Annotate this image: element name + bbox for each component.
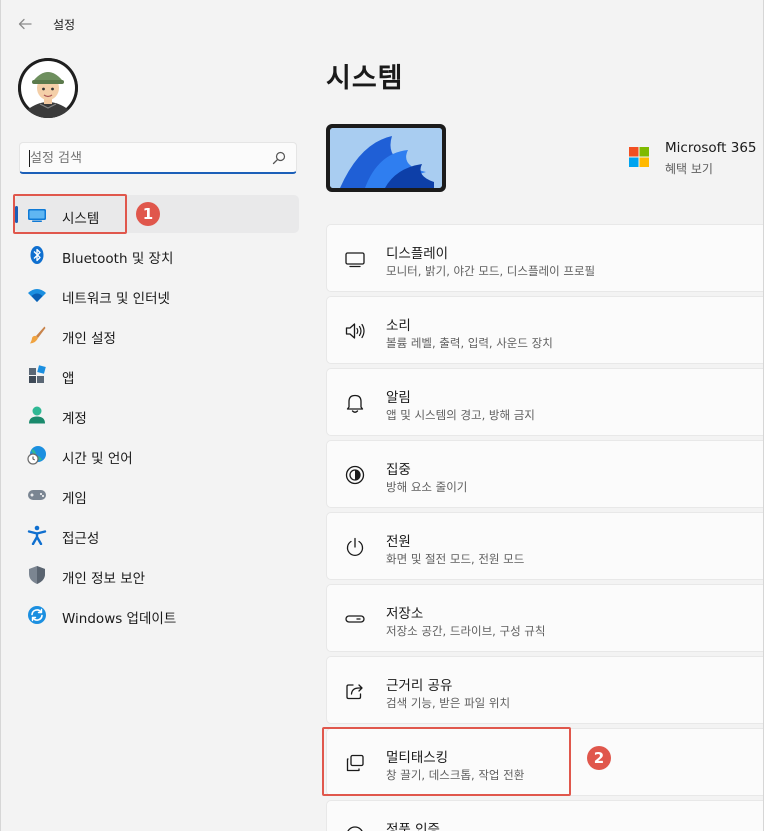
avatar-image	[18, 58, 78, 118]
sidebar-item-label: 네트워크 및 인터넷	[62, 291, 170, 307]
setting-subtitle: 창 끌기, 데스크톱, 작업 전환	[386, 768, 525, 782]
setting-power[interactable]: 전원 화면 및 절전 모드, 전원 모드	[326, 512, 763, 580]
share-icon	[346, 684, 363, 700]
setting-title: 소리	[386, 318, 411, 334]
apps-icon	[29, 365, 46, 383]
sidebar-item-time-language[interactable]: 시간 및 언어	[15, 435, 299, 475]
setting-title: 전원	[386, 534, 411, 550]
focus-icon	[345, 465, 365, 485]
annotation-step-badge: 2	[587, 746, 611, 770]
sidebar-item-windows-update[interactable]: Windows 업데이트	[15, 595, 299, 635]
settings-list: 디스플레이 모니터, 밝기, 야간 모드, 디스플레이 프로필 소리 볼륨 레벨…	[326, 224, 763, 831]
display-icon	[345, 252, 365, 268]
sidebar-item-label: 계정	[62, 411, 87, 427]
setting-multitasking[interactable]: 멀티태스킹 창 끌기, 데스크톱, 작업 전환	[326, 728, 763, 796]
system-monitor-icon	[28, 209, 46, 222]
setting-title: 디스플레이	[386, 246, 449, 262]
setting-subtitle: 화면 및 절전 모드, 전원 모드	[386, 552, 525, 566]
app-title: 설정	[53, 18, 76, 32]
sidebar-nav: 시스템 Bluetooth 및 장치 네트워크 및 인터넷 개인 설정 앱 계정…	[15, 195, 299, 635]
active-indicator	[15, 206, 18, 223]
storage-drive-icon	[345, 615, 365, 623]
sidebar-item-accessibility[interactable]: 접근성	[15, 515, 299, 555]
setting-subtitle: 저장소 공간, 드라이브, 구성 규칙	[386, 624, 546, 638]
sidebar-item-label: 게임	[62, 491, 87, 507]
account-person-icon	[29, 406, 45, 424]
setting-activation[interactable]: 정품 인증	[326, 800, 763, 831]
page-title: 시스템	[326, 63, 404, 94]
power-icon	[346, 537, 364, 556]
back-button[interactable]	[11, 12, 39, 36]
sidebar-item-label: 시간 및 언어	[62, 451, 133, 467]
accessibility-icon	[27, 525, 47, 545]
title-bar: 설정	[1, 0, 763, 48]
shield-icon	[29, 566, 45, 584]
promo-title: Microsoft 365	[665, 140, 757, 156]
setting-display[interactable]: 디스플레이 모니터, 밝기, 야간 모드, 디스플레이 프로필	[326, 224, 763, 292]
arrow-left-icon	[18, 18, 32, 30]
bluetooth-icon	[30, 246, 44, 264]
setting-title: 집중	[386, 462, 411, 478]
device-thumbnail	[326, 124, 446, 192]
setting-nearby-sharing[interactable]: 근거리 공유 검색 기능, 받은 파일 위치	[326, 656, 763, 724]
setting-subtitle: 볼륨 레벨, 출력, 입력, 사운드 장치	[386, 336, 553, 350]
setting-storage[interactable]: 저장소 저장소 공간, 드라이브, 구성 규칙	[326, 584, 763, 652]
speaker-icon	[345, 323, 365, 339]
search-input[interactable]	[30, 148, 260, 168]
setting-title: 저장소	[386, 606, 424, 622]
search-icon[interactable]	[272, 151, 286, 165]
multitasking-icon	[346, 754, 364, 772]
time-language-globe-icon	[27, 446, 46, 465]
wallpaper-image	[330, 128, 442, 188]
setting-subtitle: 앱 및 시스템의 경고, 방해 금지	[386, 408, 535, 422]
setting-title: 멀티태스킹	[386, 750, 449, 766]
setting-title: 근거리 공유	[386, 678, 453, 694]
sidebar-item-label: Bluetooth 및 장치	[62, 251, 174, 267]
sidebar-item-personalization[interactable]: 개인 설정	[15, 315, 299, 355]
sidebar-item-label: 접근성	[62, 531, 100, 547]
settings-window: 설정 설정 검색 시스템 Bluetooth 및 장치 네트워크 및 인터넷 개…	[0, 0, 764, 831]
sidebar-item-label: 개인 정보 보안	[62, 571, 146, 587]
sidebar-item-label: 시스템	[62, 211, 100, 227]
annotation-step-badge: 1	[136, 202, 160, 226]
setting-focus[interactable]: 집중 방해 요소 줄이기	[326, 440, 763, 508]
setting-subtitle: 방해 요소 줄이기	[386, 480, 468, 494]
paintbrush-icon	[30, 326, 46, 344]
setting-sound[interactable]: 소리 볼륨 레벨, 출력, 입력, 사운드 장치	[326, 296, 763, 364]
windows-update-icon	[28, 606, 46, 624]
sidebar-item-bluetooth[interactable]: Bluetooth 및 장치	[15, 235, 299, 275]
setting-title: 정품 인증	[386, 822, 440, 831]
sidebar-item-accounts[interactable]: 계정	[15, 395, 299, 435]
promo-link[interactable]: 혜택 보기	[665, 160, 713, 177]
setting-subtitle: 검색 기능, 받은 파일 위치	[386, 696, 511, 710]
sidebar-item-apps[interactable]: 앱	[15, 355, 299, 395]
microsoft-logo-icon	[629, 147, 649, 167]
gamepad-icon	[28, 490, 46, 500]
setting-title: 알림	[386, 390, 411, 406]
sidebar-item-label: 개인 설정	[62, 331, 116, 347]
setting-notifications[interactable]: 알림 앱 및 시스템의 경고, 방해 금지	[326, 368, 763, 436]
avatar[interactable]	[18, 58, 78, 118]
wifi-icon	[28, 289, 46, 302]
bell-icon	[346, 394, 364, 413]
sidebar-item-gaming[interactable]: 게임	[15, 475, 299, 515]
sidebar-item-privacy-security[interactable]: 개인 정보 보안	[15, 555, 299, 595]
sidebar-item-label: 앱	[62, 371, 75, 387]
activation-icon	[347, 826, 363, 831]
settings-search-box[interactable]	[19, 142, 297, 174]
setting-subtitle: 모니터, 밝기, 야간 모드, 디스플레이 프로필	[386, 264, 596, 278]
sidebar-item-label: Windows 업데이트	[62, 611, 177, 627]
sidebar-item-network[interactable]: 네트워크 및 인터넷	[15, 275, 299, 315]
